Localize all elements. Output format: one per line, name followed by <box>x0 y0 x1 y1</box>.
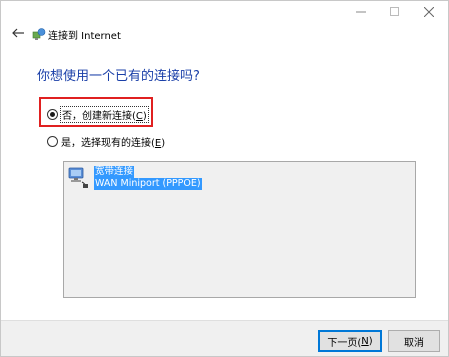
next-button-text: 下一页( <box>327 337 362 349</box>
network-computer-icon <box>68 167 88 189</box>
radio-create-new[interactable] <box>47 109 58 120</box>
connection-item[interactable]: 宽带连接 WAN Miniport (PPPOE) <box>67 166 202 190</box>
option-use-existing-text-end: ) <box>161 138 166 149</box>
option-use-existing-text: 是，选择现有的连接( <box>61 138 155 149</box>
option-create-new-text-end: ) <box>142 111 147 122</box>
radio-selected-dot <box>50 112 55 117</box>
option-use-existing[interactable]: 是，选择现有的连接(E) <box>47 134 165 149</box>
minimize-icon <box>356 11 366 13</box>
network-wizard-icon <box>32 28 46 40</box>
connect-to-internet-dialog: 连接到 Internet 你想使用一个已有的连接吗? 否，创建新连接(C) 是，… <box>0 0 449 357</box>
next-button[interactable]: 下一页(N) <box>318 330 382 352</box>
close-icon <box>424 7 434 17</box>
back-arrow-icon <box>12 28 24 38</box>
maximize-icon <box>390 7 399 16</box>
option-create-new-text: 否，创建新连接( <box>62 111 136 122</box>
option-create-new-accel: C <box>135 111 143 122</box>
connection-text: 宽带连接 WAN Miniport (PPPOE) <box>94 166 202 190</box>
next-button-text-end: ) <box>368 335 373 347</box>
connection-name: 宽带连接 <box>94 166 135 178</box>
connection-device: WAN Miniport (PPPOE) <box>94 178 202 190</box>
cancel-button[interactable]: 取消 <box>388 330 440 352</box>
option-create-new-label: 否，创建新连接(C) <box>60 106 149 123</box>
maximize-button[interactable] <box>383 3 407 21</box>
window-title: 连接到 Internet <box>48 31 121 42</box>
button-bar: 下一页(N) 取消 <box>1 320 448 356</box>
back-button[interactable] <box>10 25 26 41</box>
minimize-button[interactable] <box>349 3 373 21</box>
close-button[interactable] <box>417 3 441 21</box>
title-bar <box>1 1 448 25</box>
connection-list: 宽带连接 WAN Miniport (PPPOE) <box>63 161 416 298</box>
next-button-accel: N <box>361 335 369 347</box>
page-question: 你想使用一个已有的连接吗? <box>37 69 200 84</box>
option-use-existing-label: 是，选择现有的连接(E) <box>61 134 165 149</box>
option-create-new[interactable]: 否，创建新连接(C) <box>47 106 149 123</box>
radio-use-existing[interactable] <box>47 136 58 147</box>
